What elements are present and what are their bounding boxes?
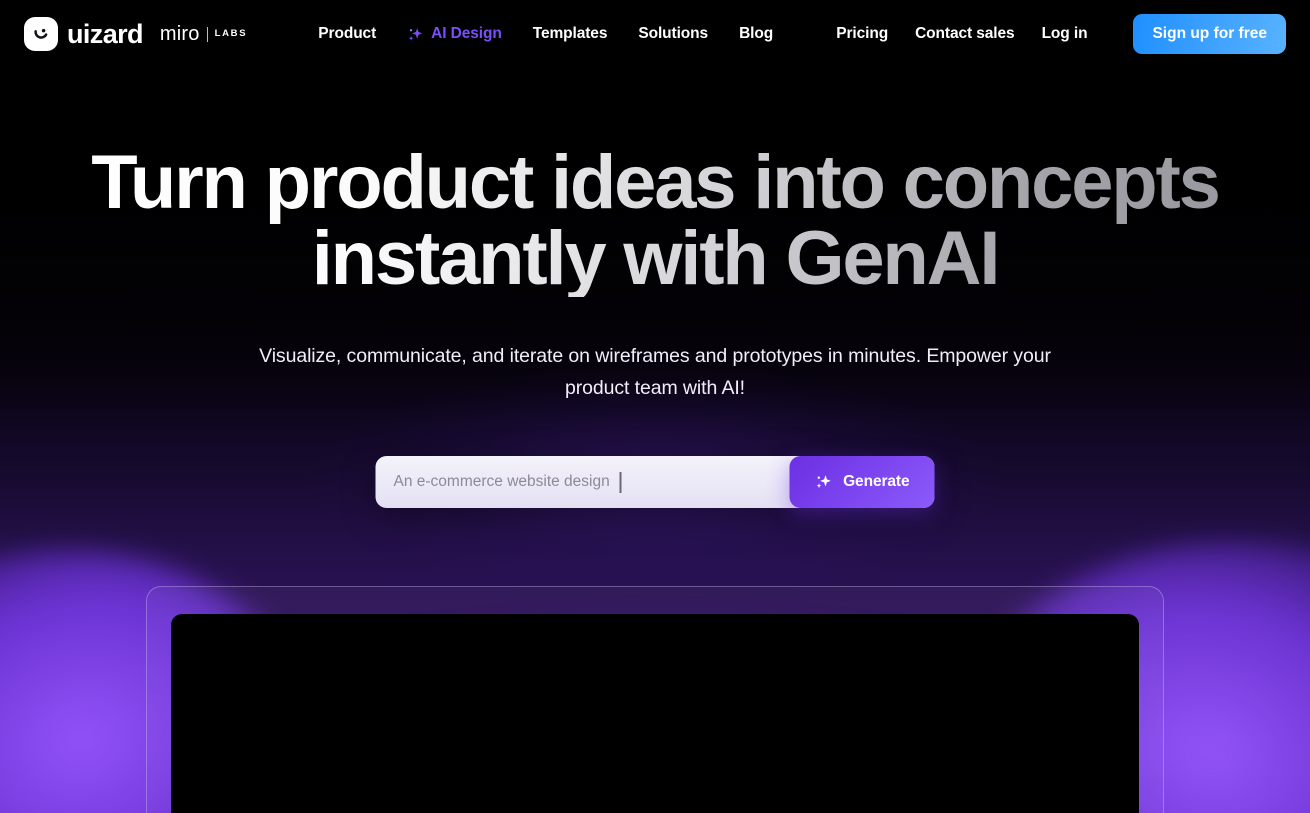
uizard-logo[interactable]: uizard: [24, 17, 144, 51]
generate-button[interactable]: Generate: [789, 456, 935, 508]
nav-item-log-in[interactable]: Log in: [1042, 26, 1088, 42]
miro-labs-label: LABS: [214, 28, 248, 40]
primary-navigation: Product AI Design Templates Solutions Bl…: [318, 26, 773, 43]
device-mockup-frame: [146, 586, 1164, 813]
device-mockup-screen[interactable]: [171, 614, 1139, 813]
nav-item-contact-sales[interactable]: Contact sales: [915, 26, 1015, 42]
nav-item-product[interactable]: Product: [318, 26, 376, 42]
landing-page: uizard miro LABS Product AI Design Templ…: [0, 0, 1310, 813]
text-caret: [619, 472, 621, 493]
prompt-bar: Generate: [375, 456, 935, 508]
nav-item-ai-design-label: AI Design: [431, 25, 502, 43]
uizard-smiley-logo-icon: [24, 17, 58, 51]
site-header: uizard miro LABS Product AI Design Templ…: [0, 0, 1310, 68]
sparkle-icon: [814, 473, 832, 491]
miro-divider: [206, 26, 208, 42]
miro-wordmark: miro: [159, 23, 200, 45]
prompt-input[interactable]: [375, 456, 790, 508]
sparkle-icon: [407, 26, 424, 43]
uizard-wordmark: uizard: [67, 19, 144, 49]
prompt-bar-container: Generate: [375, 456, 935, 508]
sign-up-button[interactable]: Sign up for free: [1133, 14, 1286, 54]
nav-item-templates[interactable]: Templates: [533, 26, 608, 42]
nav-item-blog[interactable]: Blog: [739, 26, 773, 42]
page-title: Turn product ideas into concepts instant…: [0, 145, 1310, 297]
brand-lockup[interactable]: uizard miro LABS: [24, 17, 247, 51]
generate-button-label: Generate: [843, 473, 910, 490]
nav-item-pricing[interactable]: Pricing: [836, 26, 888, 42]
miro-labs-badge: miro LABS: [160, 24, 247, 44]
secondary-navigation: Pricing Contact sales Log in Sign up for…: [836, 14, 1286, 54]
nav-item-ai-design[interactable]: AI Design: [407, 26, 502, 43]
nav-item-solutions[interactable]: Solutions: [638, 26, 708, 42]
hero-subheadline: Visualize, communicate, and iterate on w…: [259, 345, 1051, 399]
